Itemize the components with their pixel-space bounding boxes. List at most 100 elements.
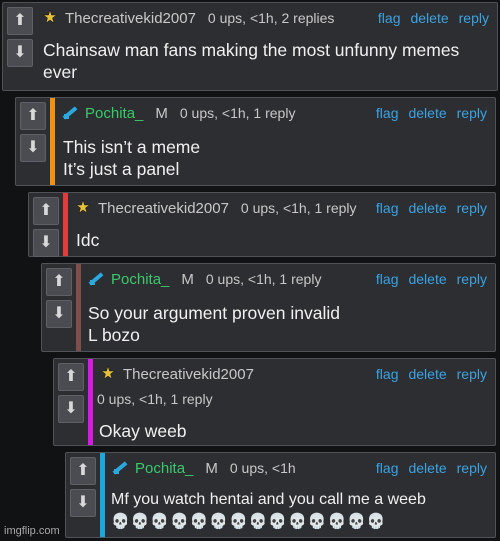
upvote-button[interactable]: ⬆ — [33, 197, 59, 225]
comment-meta: 0 ups, <1h — [229, 460, 296, 476]
comment-line: This isn’t a meme — [63, 137, 201, 157]
stars-avatar-icon — [41, 9, 59, 27]
vote-column: ⬆ ⬇ — [66, 453, 100, 517]
reply-link[interactable]: reply — [457, 271, 487, 287]
upvote-button[interactable]: ⬆ — [20, 102, 46, 130]
comment-meta: 0 ups, <1h, 2 replies — [207, 10, 335, 26]
vote-column: ⬆ ⬇ — [29, 193, 63, 257]
comment-header: Thecreativekid2007 0 ups, <1h, 2 replies… — [41, 9, 489, 27]
username[interactable]: Pochita_ — [111, 271, 169, 288]
downvote-button[interactable]: ⬇ — [70, 489, 96, 517]
comment-line: Idc — [76, 230, 100, 250]
reply-link[interactable]: reply — [457, 105, 487, 121]
upvote-button[interactable]: ⬆ — [46, 268, 72, 296]
watermark: imgflip.com — [4, 525, 60, 537]
comment-header: Thecreativekid2007 0 ups, <1h, 1 reply f… — [74, 199, 487, 217]
down-arrow-icon: ⬇ — [64, 400, 78, 417]
username[interactable]: Pochita_ — [85, 105, 143, 122]
reply-link[interactable]: reply — [457, 366, 487, 382]
up-arrow-icon: ⬆ — [26, 107, 40, 124]
comment-body: This isn’t a meme It’s just a panel — [63, 136, 200, 180]
comment-line: ever — [43, 62, 78, 82]
comment-actions: flag delete reply — [376, 366, 487, 382]
stars-avatar-icon — [74, 199, 92, 217]
username[interactable]: Thecreativekid2007 — [98, 200, 229, 217]
thread-bar — [76, 264, 81, 351]
comment-line: Okay weeb — [99, 421, 187, 441]
comment-actions: flag delete reply — [376, 460, 487, 476]
flag-link[interactable]: flag — [376, 105, 399, 121]
upvote-button[interactable]: ⬆ — [58, 363, 84, 391]
vote-column: ⬆ ⬇ — [3, 3, 37, 67]
up-arrow-icon: ⬆ — [64, 368, 78, 385]
comment-body: Okay weeb — [99, 420, 187, 442]
chainsaw-avatar-icon — [61, 104, 79, 122]
upvote-button[interactable]: ⬆ — [7, 7, 33, 35]
comment-5: ⬆ ⬇ Thecreativekid2007 flag delete reply… — [53, 358, 496, 446]
delete-link[interactable]: delete — [408, 460, 446, 476]
chainsaw-avatar-icon — [87, 270, 105, 288]
comment-header: Thecreativekid2007 flag delete reply — [99, 365, 487, 383]
down-arrow-icon: ⬇ — [13, 44, 27, 61]
upvote-button[interactable]: ⬆ — [70, 457, 96, 485]
delete-link[interactable]: delete — [408, 366, 446, 382]
downvote-button[interactable]: ⬇ — [20, 134, 46, 162]
up-arrow-icon: ⬆ — [13, 12, 27, 29]
comment-1: ⬆ ⬇ Thecreativekid2007 0 ups, <1h, 2 rep… — [2, 2, 498, 91]
mod-badge: M — [181, 270, 194, 288]
delete-link[interactable]: delete — [408, 200, 446, 216]
delete-link[interactable]: delete — [410, 10, 448, 26]
flag-link[interactable]: flag — [378, 10, 401, 26]
comment-body: Mf you watch hentai and you call me a we… — [111, 489, 426, 533]
comment-4: ⬆ ⬇ Pochita_ M 0 ups, <1h, 1 reply flag … — [41, 263, 496, 352]
flag-link[interactable]: flag — [376, 200, 399, 216]
comment-3: ⬆ ⬇ Thecreativekid2007 0 ups, <1h, 1 rep… — [28, 192, 496, 257]
vote-column: ⬆ ⬇ — [16, 98, 50, 162]
user: Thecreativekid2007 — [74, 199, 229, 217]
comment-body: Chainsaw man fans making the most unfunn… — [43, 39, 459, 83]
mod-badge: M — [155, 104, 168, 122]
reply-link[interactable]: reply — [457, 200, 487, 216]
username[interactable]: Thecreativekid2007 — [65, 10, 196, 27]
flag-link[interactable]: flag — [376, 460, 399, 476]
comment-line: Chainsaw man fans making the most unfunn… — [43, 40, 460, 60]
vote-column: ⬆ ⬇ — [42, 264, 76, 328]
comment-line: Mf you watch hentai and you call me a we… — [111, 491, 426, 508]
downvote-button[interactable]: ⬇ — [46, 300, 72, 328]
comment-line: L bozo — [88, 325, 140, 345]
mod-badge: M — [205, 459, 218, 477]
thread-bar — [100, 453, 105, 537]
thread-bar — [63, 193, 68, 256]
comment-body: So your argument proven invalid L bozo — [88, 302, 340, 346]
down-arrow-icon: ⬇ — [39, 234, 53, 251]
up-arrow-icon: ⬆ — [52, 273, 66, 290]
user: Pochita_ M — [61, 104, 168, 122]
comment-actions: flag delete reply — [376, 105, 487, 121]
comment-header: Pochita_ M 0 ups, <1h, 1 reply flag dele… — [87, 270, 487, 288]
user: Pochita_ M — [111, 459, 218, 477]
flag-link[interactable]: flag — [376, 366, 399, 382]
comment-meta: 0 ups, <1h, 1 reply — [205, 271, 322, 287]
downvote-button[interactable]: ⬇ — [58, 395, 84, 423]
delete-link[interactable]: delete — [408, 105, 446, 121]
comment-actions: flag delete reply — [376, 271, 487, 287]
reply-link[interactable]: reply — [459, 10, 489, 26]
up-arrow-icon: ⬆ — [76, 462, 90, 479]
comment-line: It’s just a panel — [63, 159, 180, 179]
downvote-button[interactable]: ⬇ — [7, 39, 33, 67]
down-arrow-icon: ⬇ — [26, 139, 40, 156]
comment-header: Pochita_ M 0 ups, <1h, 1 reply flag dele… — [61, 104, 487, 122]
comment-header: Pochita_ M 0 ups, <1h flag delete reply — [111, 459, 487, 477]
comment-actions: flag delete reply — [378, 10, 489, 26]
reply-link[interactable]: reply — [457, 460, 487, 476]
comment-meta: 0 ups, <1h, 1 reply — [179, 105, 296, 121]
username[interactable]: Pochita_ — [135, 460, 193, 477]
delete-link[interactable]: delete — [408, 271, 446, 287]
username[interactable]: Thecreativekid2007 — [123, 366, 254, 383]
downvote-button[interactable]: ⬇ — [33, 229, 59, 257]
flag-link[interactable]: flag — [376, 271, 399, 287]
comment-body: Idc — [76, 229, 99, 251]
vote-column: ⬆ ⬇ — [54, 359, 88, 423]
user: Thecreativekid2007 — [99, 365, 254, 383]
comment-meta: 0 ups, <1h, 1 reply — [97, 391, 213, 407]
